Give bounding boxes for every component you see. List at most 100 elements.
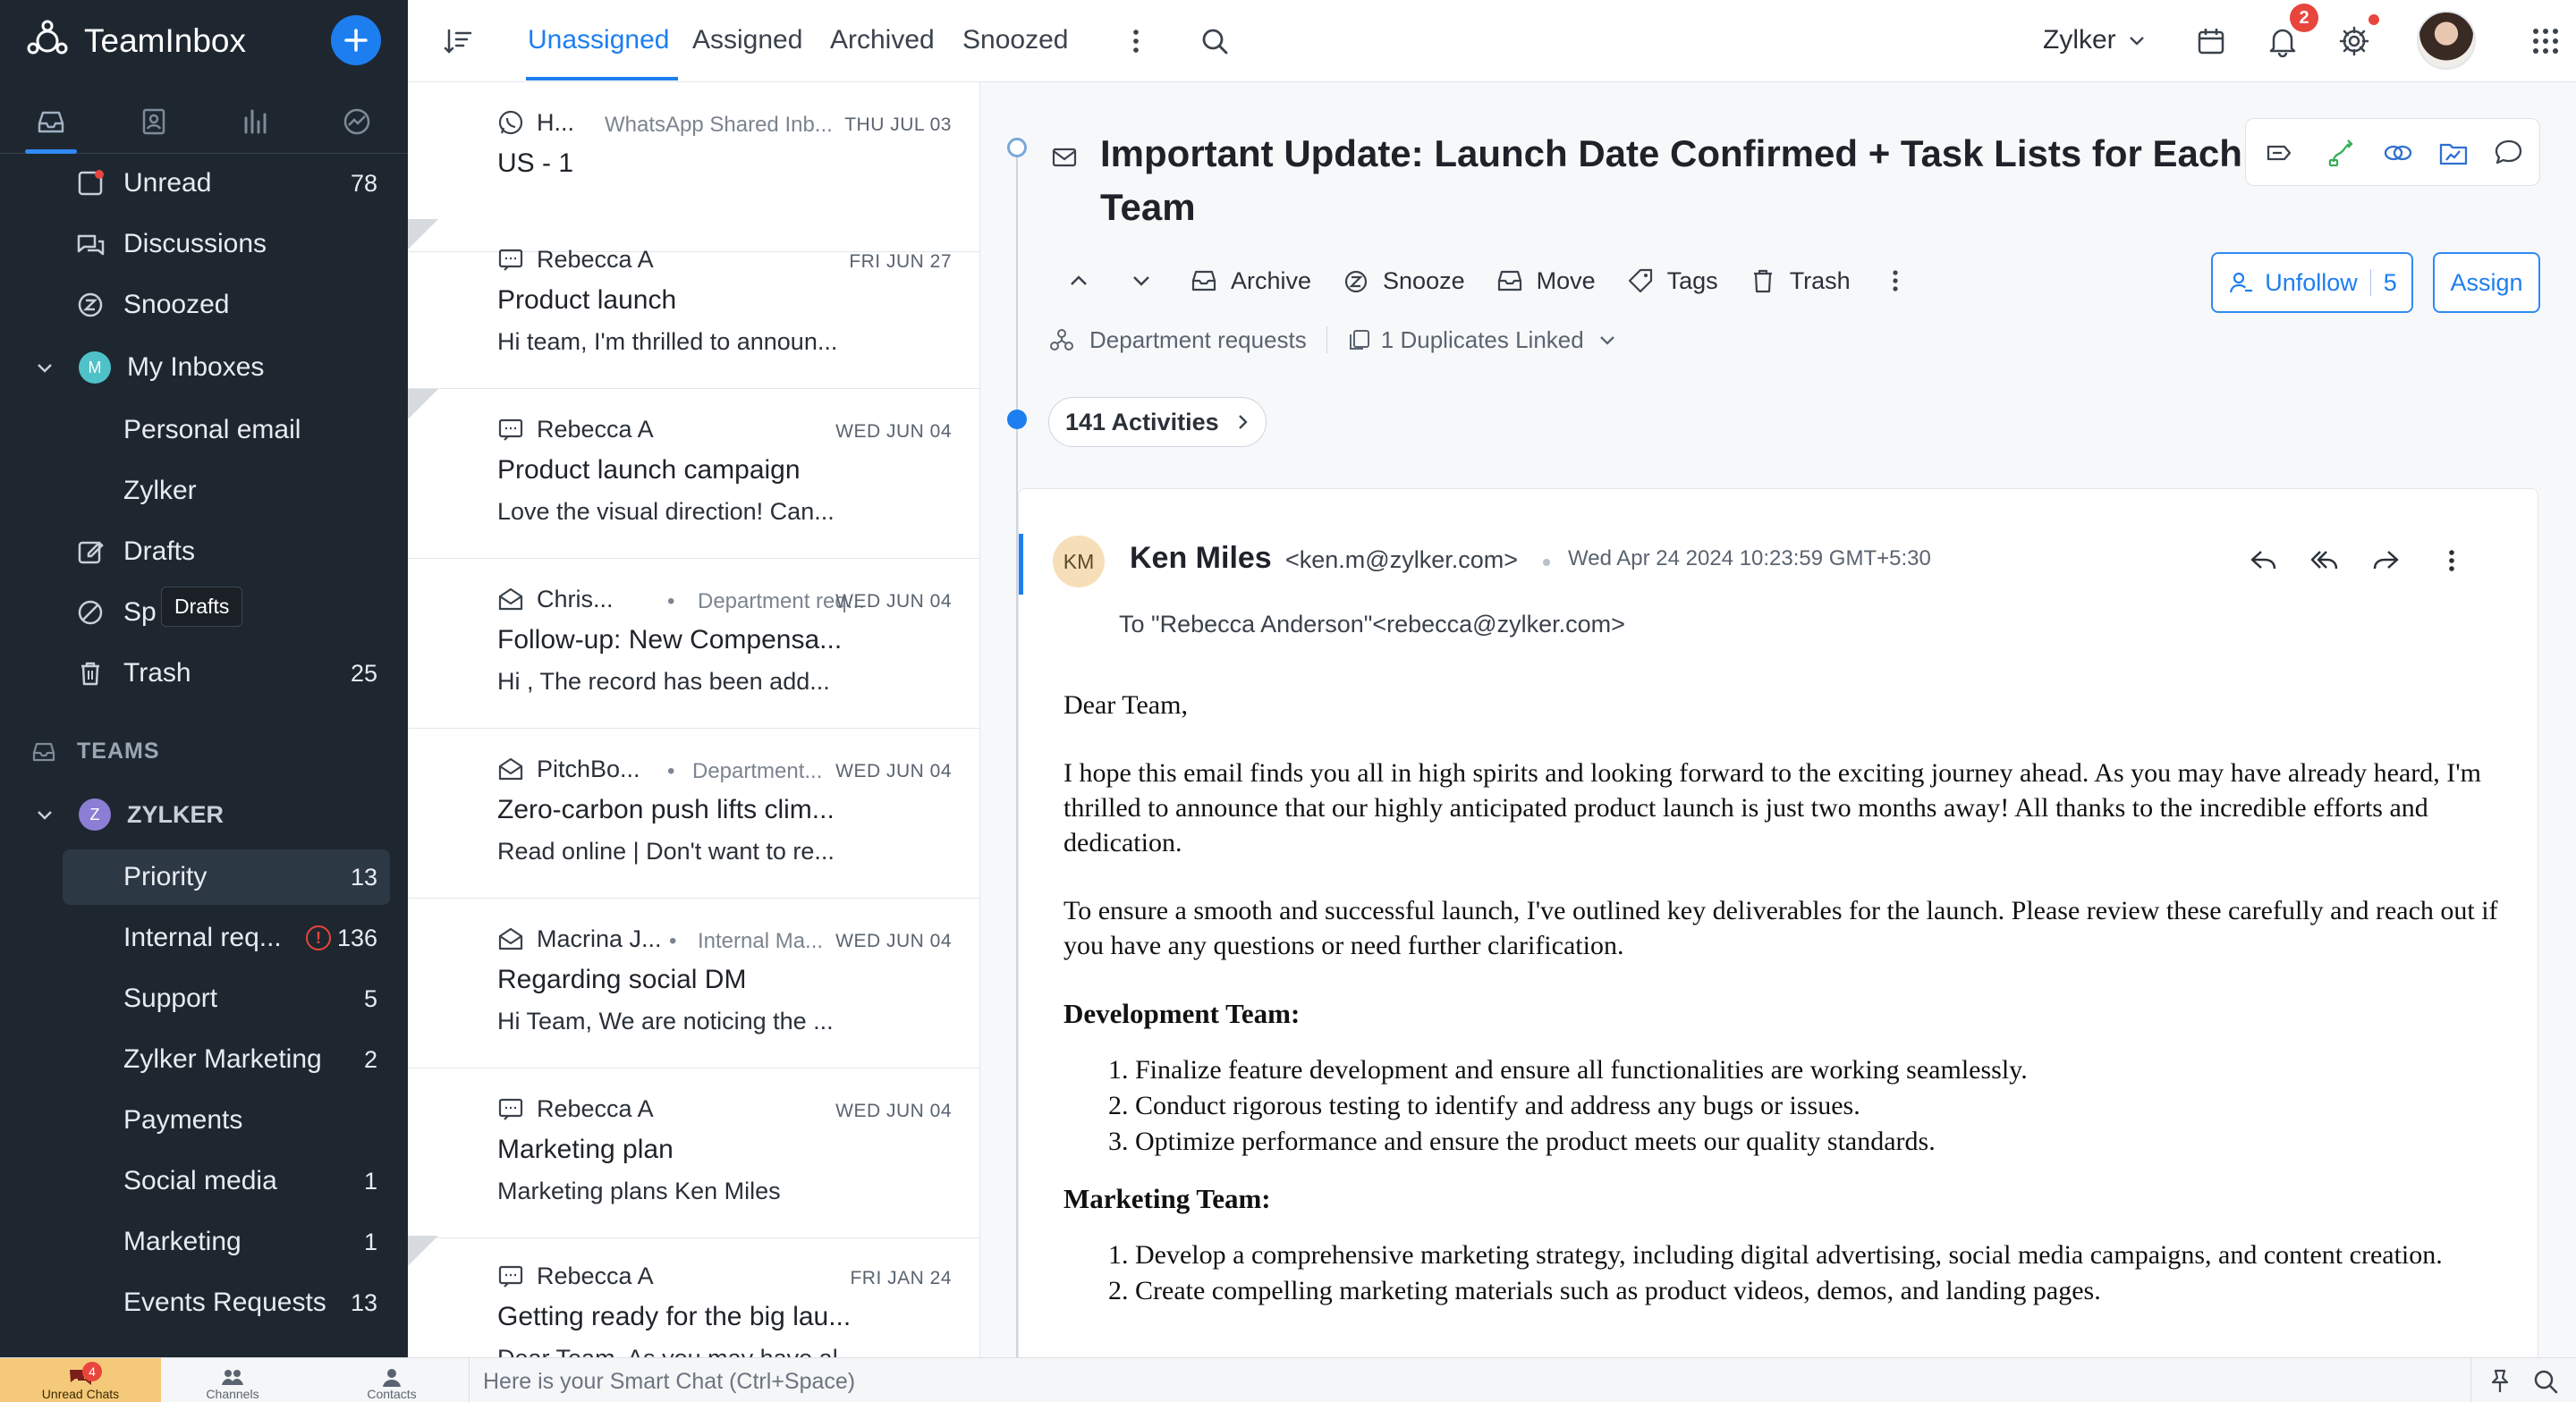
reply-all-icon[interactable]: [2309, 545, 2341, 577]
list-item[interactable]: PitchBo... • Department... WED JUN 04 Ze…: [408, 729, 979, 899]
sidebar-item-snoozed[interactable]: Snoozed: [0, 277, 408, 333]
sidebar-item-zylker-marketing[interactable]: Zylker Marketing 2: [0, 1032, 408, 1087]
sidebar-item-drafts[interactable]: Drafts: [0, 524, 408, 579]
org-selector[interactable]: Zylker: [2043, 25, 2147, 55]
chevron-up-icon[interactable]: [1066, 268, 1091, 293]
divider: [469, 1358, 470, 1402]
convert-ticket-icon[interactable]: [2264, 137, 2296, 169]
sidebar-item-discussions[interactable]: Discussions: [0, 216, 408, 272]
search-icon[interactable]: [2531, 1367, 2560, 1396]
tab-assigned[interactable]: Assigned: [692, 25, 802, 55]
gear-icon[interactable]: [2338, 25, 2370, 57]
team-zylker-group[interactable]: Z ZYLKER: [0, 787, 408, 842]
unread-chats-tab[interactable]: Unread Chats 4: [0, 1358, 161, 1402]
sidebar-item-internal-requests[interactable]: Internal req... ! 136: [0, 910, 408, 966]
ticket-subject: Zero-carbon push lifts clim...: [497, 795, 835, 824]
teams-label: TEAMS: [77, 738, 160, 764]
chevron-down-icon[interactable]: [1129, 268, 1154, 293]
apps-grid-icon[interactable]: [2529, 25, 2562, 57]
list-item[interactable]: Rebecca A FRI JAN 24 Getting ready for t…: [408, 1236, 979, 1357]
tab-analytics[interactable]: [306, 89, 408, 154]
brand[interactable]: TeamInbox: [25, 18, 246, 64]
sidebar-item-unread[interactable]: Unread 78: [0, 156, 408, 211]
item-count: 136: [336, 924, 377, 951]
sidebar-item-label: Trash: [123, 658, 191, 688]
unread-fold: [408, 1236, 438, 1266]
unfollow-button[interactable]: Unfollow 5: [2211, 252, 2413, 313]
pin-icon[interactable]: [2485, 1367, 2513, 1396]
folder-chart-icon[interactable]: [2437, 137, 2470, 169]
more-vertical-icon[interactable]: [1120, 25, 1152, 57]
trash-label: Trash: [1789, 266, 1851, 294]
list-item[interactable]: Rebecca A WED JUN 04 Product launch camp…: [408, 389, 979, 559]
more-vertical-icon[interactable]: [1881, 266, 1910, 295]
link-icon[interactable]: [2382, 137, 2414, 169]
sidebar-item-events-requests[interactable]: Events Requests 13: [0, 1275, 408, 1330]
channels-tab[interactable]: Channels: [152, 1358, 313, 1402]
tab-reports[interactable]: [204, 89, 306, 154]
sidebar-item-label: Drafts: [123, 536, 196, 566]
tab-inbox[interactable]: [0, 89, 102, 154]
list-item[interactable]: Chris... • Department req... WED JUN 04 …: [408, 559, 979, 729]
section-heading: Marketing Team:: [1063, 1183, 1271, 1214]
trash-count: 25: [350, 659, 377, 687]
list-item[interactable]: Rebecca A WED JUN 04 Marketing plan Mark…: [408, 1068, 979, 1238]
discussions-icon: [77, 234, 105, 256]
list-item[interactable]: Macrina J... • Internal Ma... WED JUN 04…: [408, 899, 979, 1068]
my-inboxes-group[interactable]: M My Inboxes: [0, 340, 408, 395]
ticket-from: Rebecca A: [537, 246, 654, 273]
sidebar-item-label: Internal req...: [123, 923, 282, 952]
sidebar-item-support[interactable]: Support 5: [0, 971, 408, 1026]
list-item[interactable]: Rebecca A FRI JUN 27 Product launch Hi t…: [408, 219, 979, 389]
ticket-preview: Love the visual direction! Can...: [497, 498, 835, 525]
duplicates-linked[interactable]: 1 Duplicates Linked: [1381, 326, 1584, 354]
snooze-label: Snooze: [1383, 266, 1465, 294]
more-vertical-icon[interactable]: [2436, 545, 2468, 577]
forward-icon[interactable]: [2369, 545, 2402, 577]
sidebar-item-priority[interactable]: Priority 13: [0, 849, 408, 905]
assign-button[interactable]: Assign: [2433, 252, 2540, 313]
list-item: Create compelling marketing materials su…: [1135, 1273, 2512, 1309]
snooze-button[interactable]: Snooze: [1342, 266, 1465, 295]
routing-icon[interactable]: [2326, 137, 2359, 169]
comment-icon[interactable]: [2493, 137, 2525, 169]
tab-archived[interactable]: Archived: [830, 25, 935, 55]
tab-snoozed[interactable]: Snoozed: [962, 25, 1068, 55]
bell-icon[interactable]: [2267, 25, 2299, 57]
item-count: 2: [363, 1045, 377, 1073]
list-item: Finalize feature development and ensure …: [1135, 1052, 2512, 1088]
chevron-down-icon[interactable]: [1597, 329, 1618, 350]
smart-chat-input[interactable]: Here is your Smart Chat (Ctrl+Space): [483, 1369, 855, 1395]
department-label[interactable]: Department requests: [1089, 326, 1307, 354]
sidebar-item-social-media[interactable]: Social media 1: [0, 1153, 408, 1209]
ticket-subject: Getting ready for the big lau...: [497, 1302, 852, 1331]
tags-button[interactable]: Tags: [1626, 266, 1718, 295]
activities-button[interactable]: 141 Activities: [1048, 397, 1267, 447]
contacts-tab[interactable]: Contacts: [311, 1358, 472, 1402]
sidebar-item-payments[interactable]: Payments: [0, 1093, 408, 1148]
sidebar-item-personal-email[interactable]: Personal email: [0, 402, 408, 458]
calendar-icon[interactable]: [2195, 25, 2227, 57]
sidebar-item-label: Support: [123, 984, 218, 1013]
tab-unassigned[interactable]: Unassigned: [528, 25, 669, 55]
ticket-subject: US - 1: [497, 148, 574, 178]
archive-button[interactable]: Archive: [1190, 266, 1311, 295]
teaminbox-logo-icon: [27, 20, 68, 55]
followers-count: 5: [2383, 268, 2397, 296]
search-icon[interactable]: [1199, 25, 1231, 57]
ticket-preview: Read online | Don't want to re...: [497, 838, 835, 865]
sidebar-item-marketing[interactable]: Marketing 1: [0, 1214, 408, 1270]
reply-icon[interactable]: [2248, 545, 2280, 577]
sidebar-item-label: Zylker Marketing: [123, 1044, 322, 1074]
ticket-date: WED JUN 04: [835, 931, 952, 951]
tab-contacts[interactable]: [102, 89, 204, 154]
bottom-bar: Unread Chats 4 Channels Contacts Here is…: [0, 1357, 2576, 1402]
sidebar-item-zylker[interactable]: Zylker: [0, 463, 408, 519]
sidebar-item-label: Unread: [123, 168, 212, 198]
compose-button[interactable]: [331, 15, 381, 65]
trash-button[interactable]: Trash: [1749, 266, 1851, 295]
sort-icon[interactable]: [442, 25, 474, 57]
avatar[interactable]: [2417, 11, 2476, 70]
move-button[interactable]: Move: [1496, 266, 1596, 295]
sidebar-item-trash[interactable]: Trash 25: [0, 646, 408, 701]
